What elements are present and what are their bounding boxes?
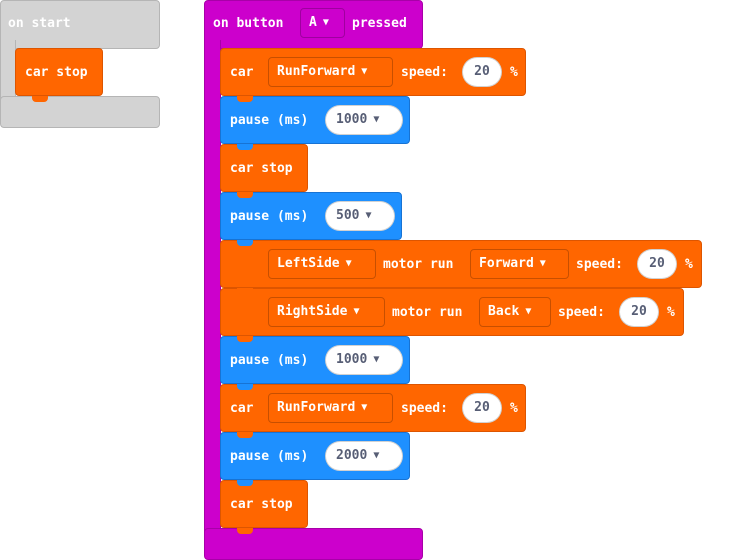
event-arm: [204, 40, 221, 536]
side-value: LeftSide: [277, 256, 340, 271]
percent-label: %: [510, 401, 518, 416]
pause-duration-dropdown[interactable]: 500 ▼: [325, 201, 395, 231]
right-motor-run-block[interactable]: RightSide ▼ motor run Back ▼ speed: 20 %: [220, 288, 684, 336]
dropdown-caret-icon: ▼: [353, 306, 360, 317]
pause-duration-value: 1000: [336, 352, 368, 367]
direction-dropdown[interactable]: RunForward ▼: [268, 57, 393, 87]
pause-label: pause (ms): [230, 353, 309, 368]
dropdown-caret-icon: ▼: [539, 258, 546, 269]
dropdown-caret-icon: ▼: [322, 17, 329, 28]
percent-label: %: [667, 305, 675, 320]
block-notch: [237, 432, 253, 438]
car-run-block[interactable]: car RunForward ▼ speed: 20 %: [220, 384, 526, 432]
on-start-arm: [0, 40, 16, 104]
speed-label: speed:: [558, 305, 605, 320]
block-notch: [237, 288, 253, 294]
speed-input[interactable]: 20: [637, 249, 677, 279]
dropdown-caret-icon: ▼: [373, 450, 380, 461]
car-label: car: [230, 65, 254, 80]
speed-input[interactable]: 20: [619, 297, 659, 327]
button-dropdown[interactable]: A ▼: [300, 8, 345, 38]
side-value: RightSide: [277, 304, 348, 319]
dropdown-caret-icon: ▼: [525, 306, 532, 317]
car-stop-label: car stop: [230, 161, 293, 176]
motor-run-label: motor run: [383, 257, 454, 272]
on-start-car-stop-block[interactable]: car stop: [15, 48, 103, 96]
speed-label: speed:: [401, 401, 448, 416]
speed-label: speed:: [576, 257, 623, 272]
pause-block[interactable]: pause (ms) 1000 ▼: [220, 336, 410, 384]
block-notch: [237, 384, 253, 390]
motor-direction-value: Forward: [479, 256, 534, 271]
speed-input[interactable]: 20: [462, 57, 502, 87]
dropdown-caret-icon: ▼: [345, 258, 352, 269]
pause-block[interactable]: pause (ms) 500 ▼: [220, 192, 402, 240]
block-notch: [237, 240, 253, 246]
direction-dropdown[interactable]: RunForward ▼: [268, 393, 393, 423]
dropdown-caret-icon: ▼: [361, 66, 368, 77]
dropdown-caret-icon: ▼: [373, 354, 380, 365]
left-motor-run-block[interactable]: LeftSide ▼ motor run Forward ▼ speed: 20 %: [220, 240, 702, 288]
car-stop-label: car stop: [25, 65, 88, 80]
car-run-block[interactable]: car RunForward ▼ speed: 20 %: [220, 48, 526, 96]
button-value: A: [309, 15, 317, 30]
on-start-footer: [0, 96, 160, 128]
pause-duration-dropdown[interactable]: 2000 ▼: [325, 441, 403, 471]
pause-duration-value: 1000: [336, 112, 368, 127]
car-stop-block[interactable]: car stop: [220, 144, 308, 192]
car-stop-label: car stop: [230, 497, 293, 512]
pause-duration-value: 2000: [336, 448, 368, 463]
car-label: car: [230, 401, 254, 416]
pause-block[interactable]: pause (ms) 1000 ▼: [220, 96, 410, 144]
car-stop-block[interactable]: car stop: [220, 480, 308, 528]
pause-label: pause (ms): [230, 113, 309, 128]
direction-value: RunForward: [277, 64, 356, 79]
on-start-label: on start: [8, 16, 71, 31]
block-notch: [32, 96, 48, 102]
event-suffix: pressed: [352, 16, 407, 31]
event-prefix: on button: [213, 16, 284, 31]
dropdown-caret-icon: ▼: [361, 402, 368, 413]
direction-value: RunForward: [277, 400, 356, 415]
pause-block[interactable]: pause (ms) 2000 ▼: [220, 432, 410, 480]
percent-label: %: [510, 65, 518, 80]
pause-duration-value: 500: [336, 208, 360, 223]
speed-label: speed:: [401, 65, 448, 80]
pause-label: pause (ms): [230, 449, 309, 464]
block-notch: [237, 192, 253, 198]
pause-label: pause (ms): [230, 209, 309, 224]
motor-direction-value: Back: [488, 304, 520, 319]
side-dropdown[interactable]: RightSide ▼: [268, 297, 385, 327]
event-footer: [204, 528, 423, 560]
dropdown-caret-icon: ▼: [373, 114, 380, 125]
percent-label: %: [685, 257, 693, 272]
block-notch: [237, 144, 253, 150]
motor-direction-dropdown[interactable]: Back ▼: [479, 297, 551, 327]
block-notch: [237, 96, 253, 102]
motor-run-label: motor run: [392, 305, 463, 320]
dropdown-caret-icon: ▼: [365, 210, 372, 221]
block-notch: [237, 480, 253, 486]
motor-direction-dropdown[interactable]: Forward ▼: [470, 249, 569, 279]
speed-input[interactable]: 20: [462, 393, 502, 423]
side-dropdown[interactable]: LeftSide ▼: [268, 249, 376, 279]
block-notch: [237, 528, 253, 534]
pause-duration-dropdown[interactable]: 1000 ▼: [325, 105, 403, 135]
pause-duration-dropdown[interactable]: 1000 ▼: [325, 345, 403, 375]
block-notch: [237, 336, 253, 342]
